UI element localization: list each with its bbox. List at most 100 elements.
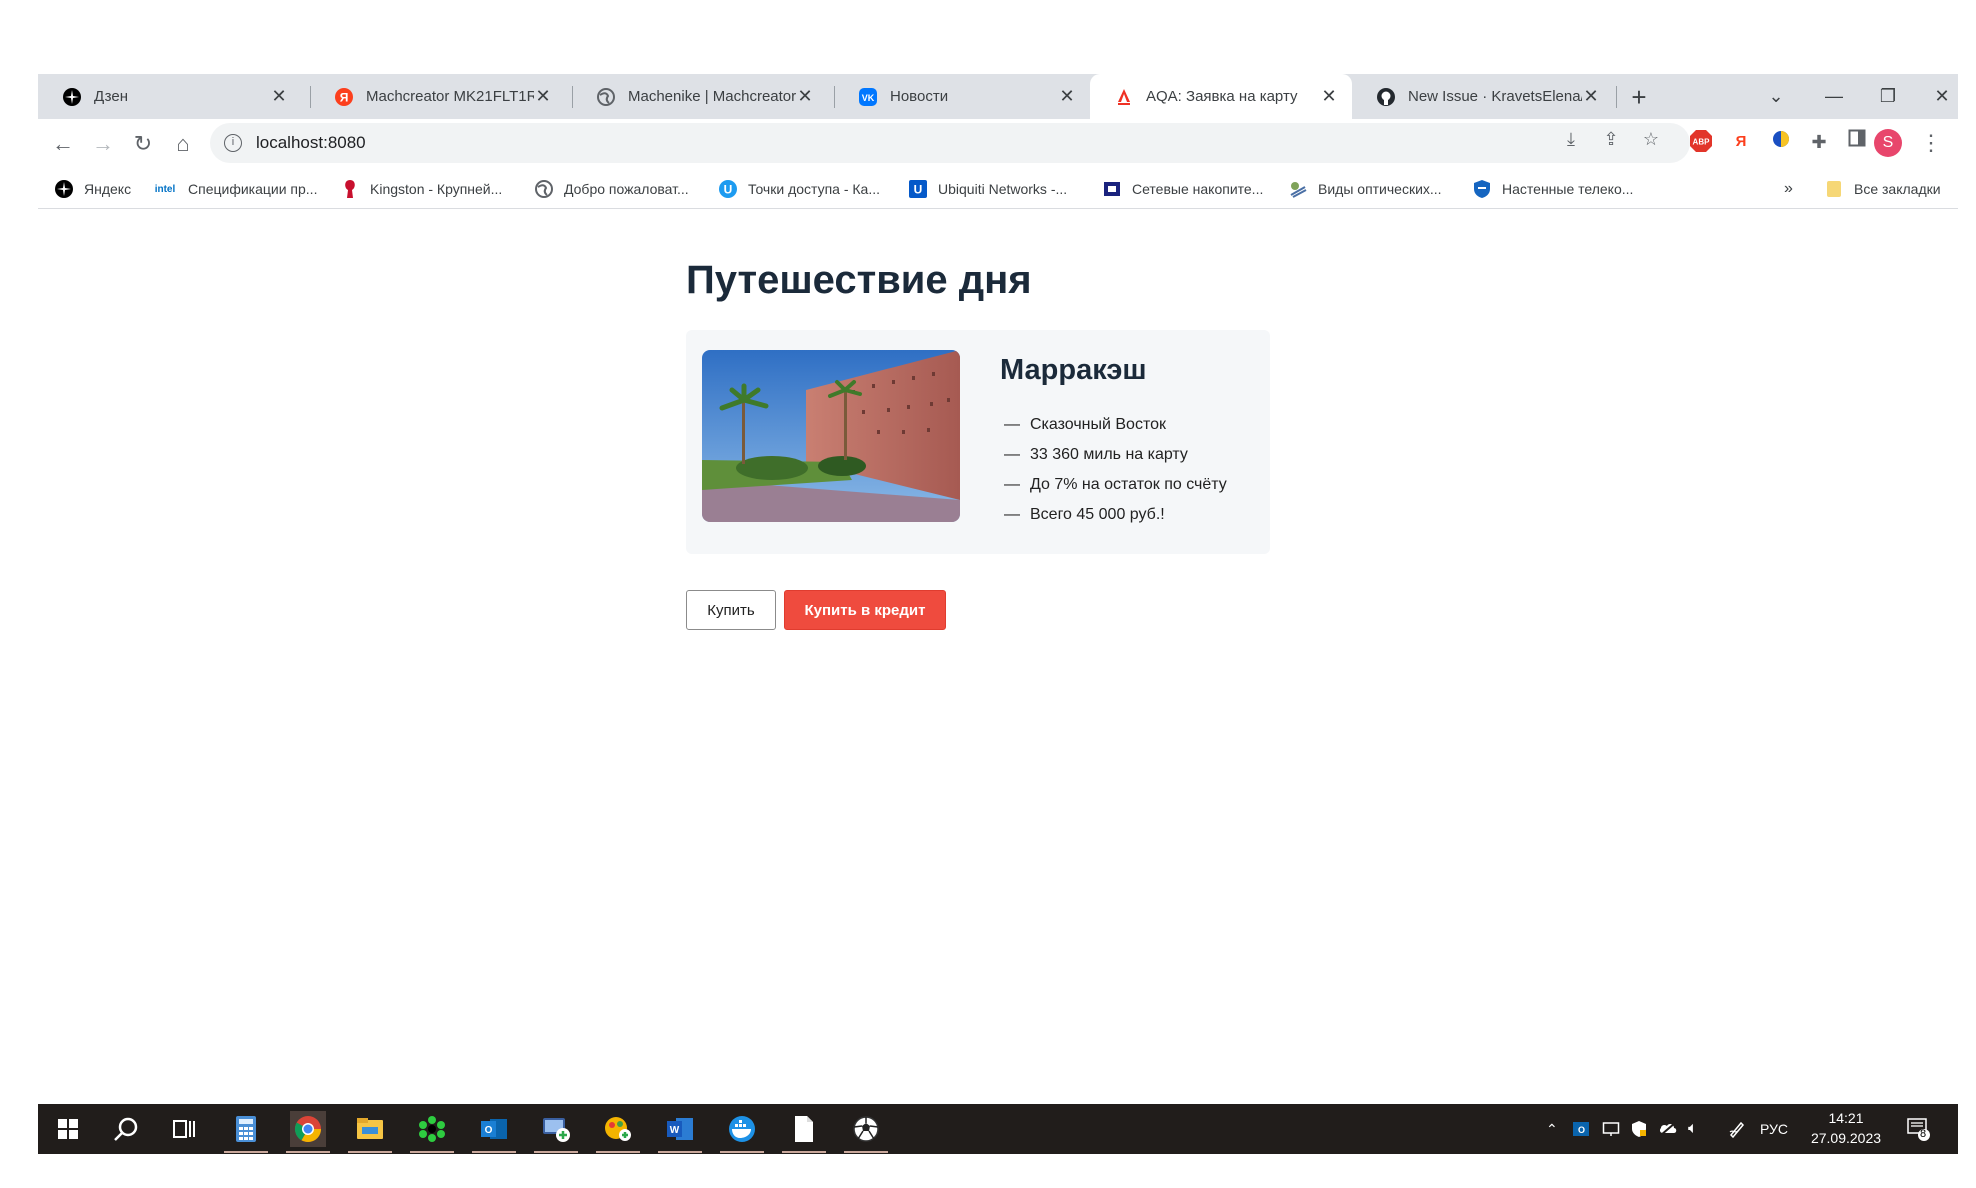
close-tab-icon[interactable]: ✕ — [1320, 86, 1338, 107]
close-window-button[interactable]: ✕ — [1922, 80, 1962, 112]
input-language[interactable]: РУС — [1760, 1104, 1788, 1154]
volume-icon[interactable]: 🔈︎ — [1688, 1104, 1698, 1154]
profile-avatar[interactable]: S — [1874, 129, 1902, 157]
close-tab-icon[interactable]: ✕ — [270, 86, 288, 107]
tab-dzen[interactable]: Дзен ✕ — [38, 74, 302, 119]
buy-on-credit-button[interactable]: Купить в кредит — [784, 590, 946, 630]
bookmark-label: Точки доступа - Ка... — [748, 181, 881, 197]
browser-window: Дзен ✕ Я Machcreator MK21FLT1RU ✕ Machen… — [38, 74, 1958, 1154]
alfa-bank-icon — [1114, 87, 1134, 107]
close-tab-icon[interactable]: ✕ — [1058, 86, 1076, 107]
soccer-ball-icon[interactable] — [844, 1111, 888, 1153]
calculator-icon[interactable] — [224, 1111, 268, 1153]
tray-overflow-chevron-icon[interactable]: ⌃ — [1546, 1104, 1558, 1154]
globe-icon — [534, 179, 554, 199]
search-icon[interactable] — [108, 1111, 144, 1147]
new-tab-button[interactable]: + — [1623, 82, 1655, 114]
yandex-extension-icon[interactable]: Я — [1728, 129, 1754, 155]
security-tray-icon[interactable] — [1630, 1104, 1648, 1154]
bookmark-yandex[interactable]: Яндекс — [54, 177, 131, 201]
svg-text:U: U — [914, 183, 923, 197]
bookmark-optical[interactable]: Виды оптических... — [1288, 177, 1442, 201]
extensions-puzzle-icon[interactable]: ✚ — [1806, 129, 1832, 155]
icq-icon[interactable] — [410, 1111, 454, 1153]
windows-start-icon[interactable] — [50, 1111, 86, 1147]
svg-text:ABP: ABP — [1693, 138, 1711, 147]
close-tab-icon[interactable]: ✕ — [534, 86, 552, 107]
tab-machcreator[interactable]: Я Machcreator MK21FLT1RU ✕ — [310, 74, 566, 119]
marrakech-photo — [702, 350, 960, 522]
minimize-button[interactable]: — — [1814, 80, 1854, 112]
outlook-tray-icon[interactable]: O — [1572, 1104, 1590, 1154]
restore-button[interactable]: ❐ — [1868, 80, 1908, 112]
chrome-icon[interactable] — [286, 1111, 330, 1153]
clock[interactable]: 14:21 27.09.2023 — [1806, 1108, 1886, 1148]
wallet-extension-icon[interactable] — [1768, 129, 1794, 155]
bookmark-access-points[interactable]: U Точки доступа - Ка... — [718, 177, 880, 201]
bookmark-wall-racks[interactable]: Настенные телеко... — [1472, 177, 1633, 201]
install-app-icon[interactable]: ⤓ — [1558, 126, 1584, 152]
tab-github-new-issue[interactable]: New Issue · KravetsElena/D ✕ — [1352, 74, 1614, 119]
pen-workspace-icon[interactable] — [1728, 1104, 1746, 1154]
tab-machenike[interactable]: Machenike | Machcreator ( ✕ — [572, 74, 828, 119]
buy-button[interactable]: Купить — [686, 590, 776, 630]
side-panel-icon[interactable] — [1844, 129, 1870, 155]
address-url[interactable]: localhost:8080 — [256, 133, 366, 153]
ubiquiti-icon: U — [718, 179, 738, 199]
bookmark-label: Все закладки — [1854, 181, 1941, 197]
trip-card: Марракэш — Сказочный Восток —33 360 миль … — [686, 330, 1270, 554]
site-info-icon[interactable]: i — [224, 134, 242, 152]
task-view-icon[interactable] — [166, 1111, 202, 1147]
network-offline-icon[interactable] — [1658, 1104, 1678, 1154]
destination-title: Марракэш — [1000, 354, 1147, 386]
remote-connection-icon[interactable] — [534, 1111, 578, 1153]
adblock-plus-icon[interactable]: ABP — [1688, 129, 1714, 155]
bookmark-intel[interactable]: intel Спецификации пр... — [152, 177, 318, 201]
close-tab-icon[interactable]: ✕ — [1582, 86, 1600, 107]
svg-text:W: W — [670, 1125, 680, 1136]
bookmark-welcome[interactable]: Добро пожаловат... — [534, 177, 689, 201]
menu-kebab-icon[interactable]: ⋮ — [1920, 129, 1942, 157]
features-list: — Сказочный Восток —33 360 миль на карту … — [1004, 410, 1227, 530]
file-explorer-icon[interactable] — [348, 1111, 392, 1153]
optical-cable-icon — [1288, 179, 1308, 199]
bookmark-star-icon[interactable]: ☆ — [1638, 126, 1664, 152]
word-icon[interactable]: W — [658, 1111, 702, 1153]
outlook-icon[interactable]: O — [472, 1111, 516, 1153]
bookmark-label: Виды оптических... — [1318, 181, 1442, 197]
github-icon — [1376, 87, 1396, 107]
share-icon[interactable]: ⇪ — [1598, 126, 1624, 152]
all-bookmarks-folder[interactable]: Все закладки — [1824, 177, 1941, 201]
close-tab-icon[interactable]: ✕ — [796, 86, 814, 107]
dzen-icon — [62, 87, 82, 107]
notifications-icon[interactable]: 8 — [1906, 1104, 1932, 1154]
address-bar[interactable]: i localhost:8080 — [210, 123, 1690, 163]
tab-vk-news[interactable]: VK Новости ✕ — [834, 74, 1090, 119]
windows-taskbar: O W ⌃ O 🔈︎ РУС 14:21 27.09.2023 8 — [38, 1104, 1958, 1154]
bookmark-ubiquiti[interactable]: U Ubiquiti Networks -... — [908, 177, 1067, 201]
tab-separator — [1616, 86, 1617, 108]
vk-icon: VK — [858, 87, 878, 107]
globe-icon — [596, 87, 616, 107]
tab-aqa-card-application[interactable]: AQA: Заявка на карту ✕ — [1090, 74, 1352, 119]
home-icon[interactable]: ⌂ — [168, 129, 198, 159]
bookmark-nas[interactable]: Сетевые накопите... — [1102, 177, 1263, 201]
display-tray-icon[interactable] — [1602, 1104, 1620, 1154]
back-arrow-icon[interactable]: ← — [48, 129, 78, 159]
ubiquiti-square-icon: U — [908, 179, 928, 199]
bookmark-kingston[interactable]: Kingston - Крупней... — [340, 177, 502, 201]
page-heading: Путешествие дня — [686, 258, 1032, 302]
bookmarks-overflow-chevron[interactable]: » — [1784, 177, 1793, 201]
forward-arrow-icon[interactable]: → — [88, 129, 118, 159]
intel-icon: intel — [154, 183, 176, 195]
bookmark-label: Сетевые накопите... — [1132, 181, 1264, 197]
tab-title: New Issue · KravetsElena/D — [1408, 88, 1582, 105]
reload-icon[interactable]: ↻ — [128, 129, 158, 159]
blank-document-icon[interactable] — [782, 1111, 826, 1153]
tab-search-chevron-icon[interactable]: ⌄ — [1756, 80, 1796, 112]
list-item: — Всего 45 000 руб.! — [1004, 506, 1165, 523]
colorful-app-icon[interactable] — [596, 1111, 640, 1153]
svg-text:Я: Я — [340, 90, 349, 104]
docker-icon[interactable] — [720, 1111, 764, 1153]
tab-title: Machcreator MK21FLT1RU — [366, 88, 534, 105]
